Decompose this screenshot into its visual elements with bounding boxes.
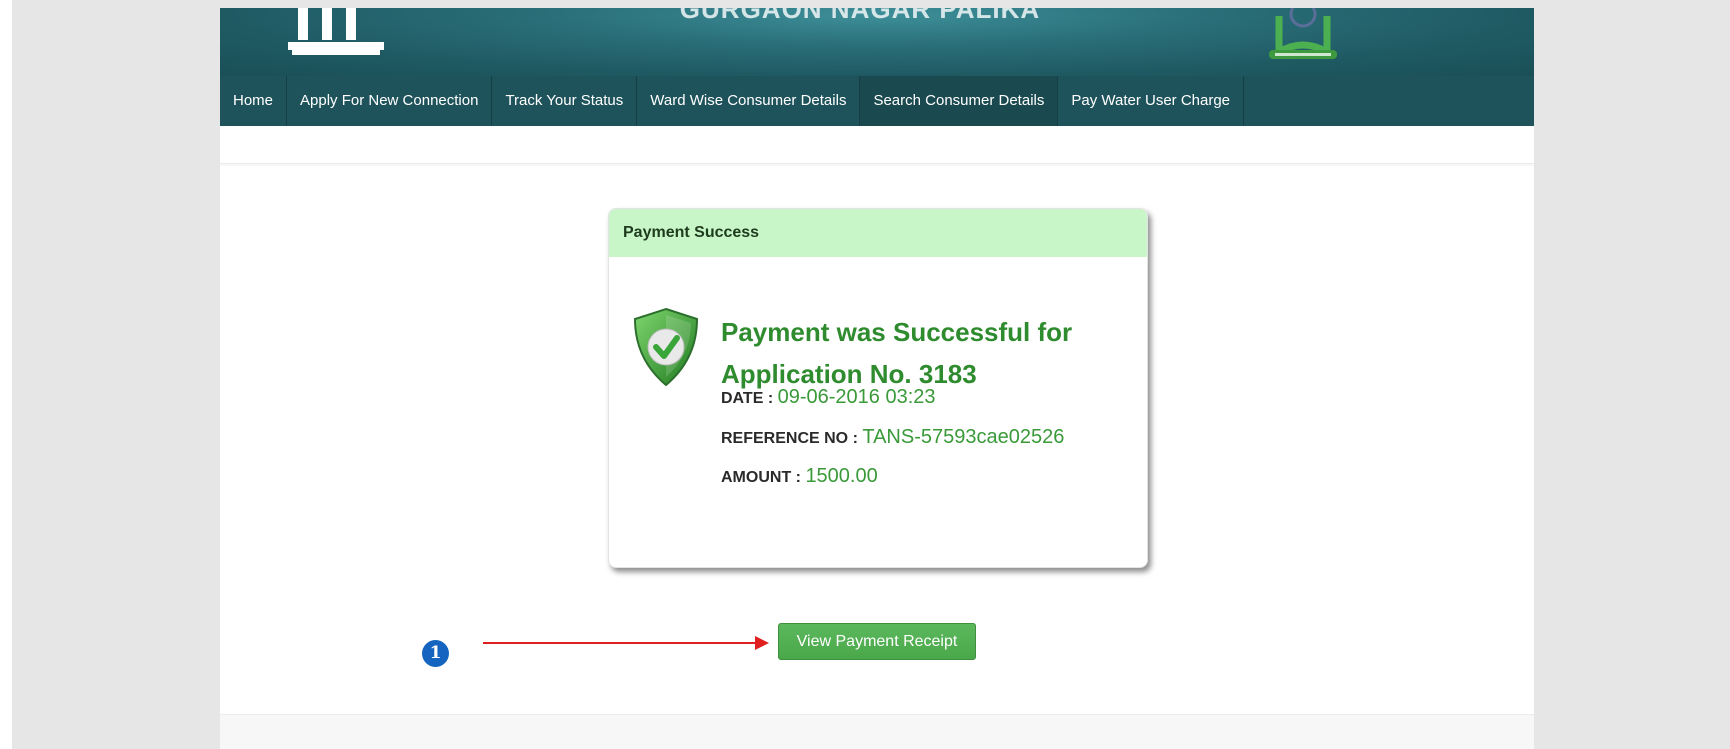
nav-item-track-status[interactable]: Track Your Status <box>492 76 638 126</box>
amount-row: AMOUNT : 1500.00 <box>721 465 878 488</box>
amount-label: AMOUNT : <box>721 469 801 486</box>
callout-arrow-line <box>483 642 756 644</box>
payment-success-card: Payment Success Payment was Successful f… <box>608 208 1148 568</box>
reference-value: TANS-57593cae02526 <box>862 426 1065 448</box>
reference-label: REFERENCE NO : <box>721 430 858 447</box>
reference-row: REFERENCE NO : TANS-57593cae02526 <box>721 426 1064 449</box>
nav-item-pay-water-charge[interactable]: Pay Water User Charge <box>1058 76 1245 126</box>
nav-item-search-consumer[interactable]: Search Consumer Details <box>860 76 1059 126</box>
building-logo-icon <box>288 8 384 55</box>
shield-check-icon <box>633 307 699 387</box>
date-value: 09-06-2016 03:23 <box>777 386 936 408</box>
amount-value: 1500.00 <box>805 465 878 487</box>
site-title: GURGAON NAGAR PALIKA <box>679 8 1041 24</box>
page-container: GURGAON NAGAR PALIKA Home Apply For New … <box>220 8 1534 749</box>
date-label: DATE : <box>721 390 774 407</box>
nav-item-home[interactable]: Home <box>220 76 288 126</box>
nav-item-apply-new-connection[interactable]: Apply For New Connection <box>287 76 493 126</box>
callout-number-badge: 1 <box>422 640 449 667</box>
state-emblem-icon <box>1269 8 1337 59</box>
view-payment-receipt-button[interactable]: View Payment Receipt <box>778 623 976 660</box>
main-nav: Home Apply For New Connection Track Your… <box>220 76 1534 126</box>
success-message: Payment was Successful for Application N… <box>721 317 1073 389</box>
date-row: DATE : 09-06-2016 03:23 <box>721 386 936 409</box>
main-content: Payment Success Payment was Successful f… <box>220 166 1534 715</box>
card-heading: Payment Success <box>609 209 1147 257</box>
arrow-right-icon <box>755 636 769 650</box>
nav-item-ward-wise-consumer[interactable]: Ward Wise Consumer Details <box>637 76 861 126</box>
sub-header-strip <box>220 126 1534 164</box>
header-banner: GURGAON NAGAR PALIKA <box>220 8 1534 76</box>
